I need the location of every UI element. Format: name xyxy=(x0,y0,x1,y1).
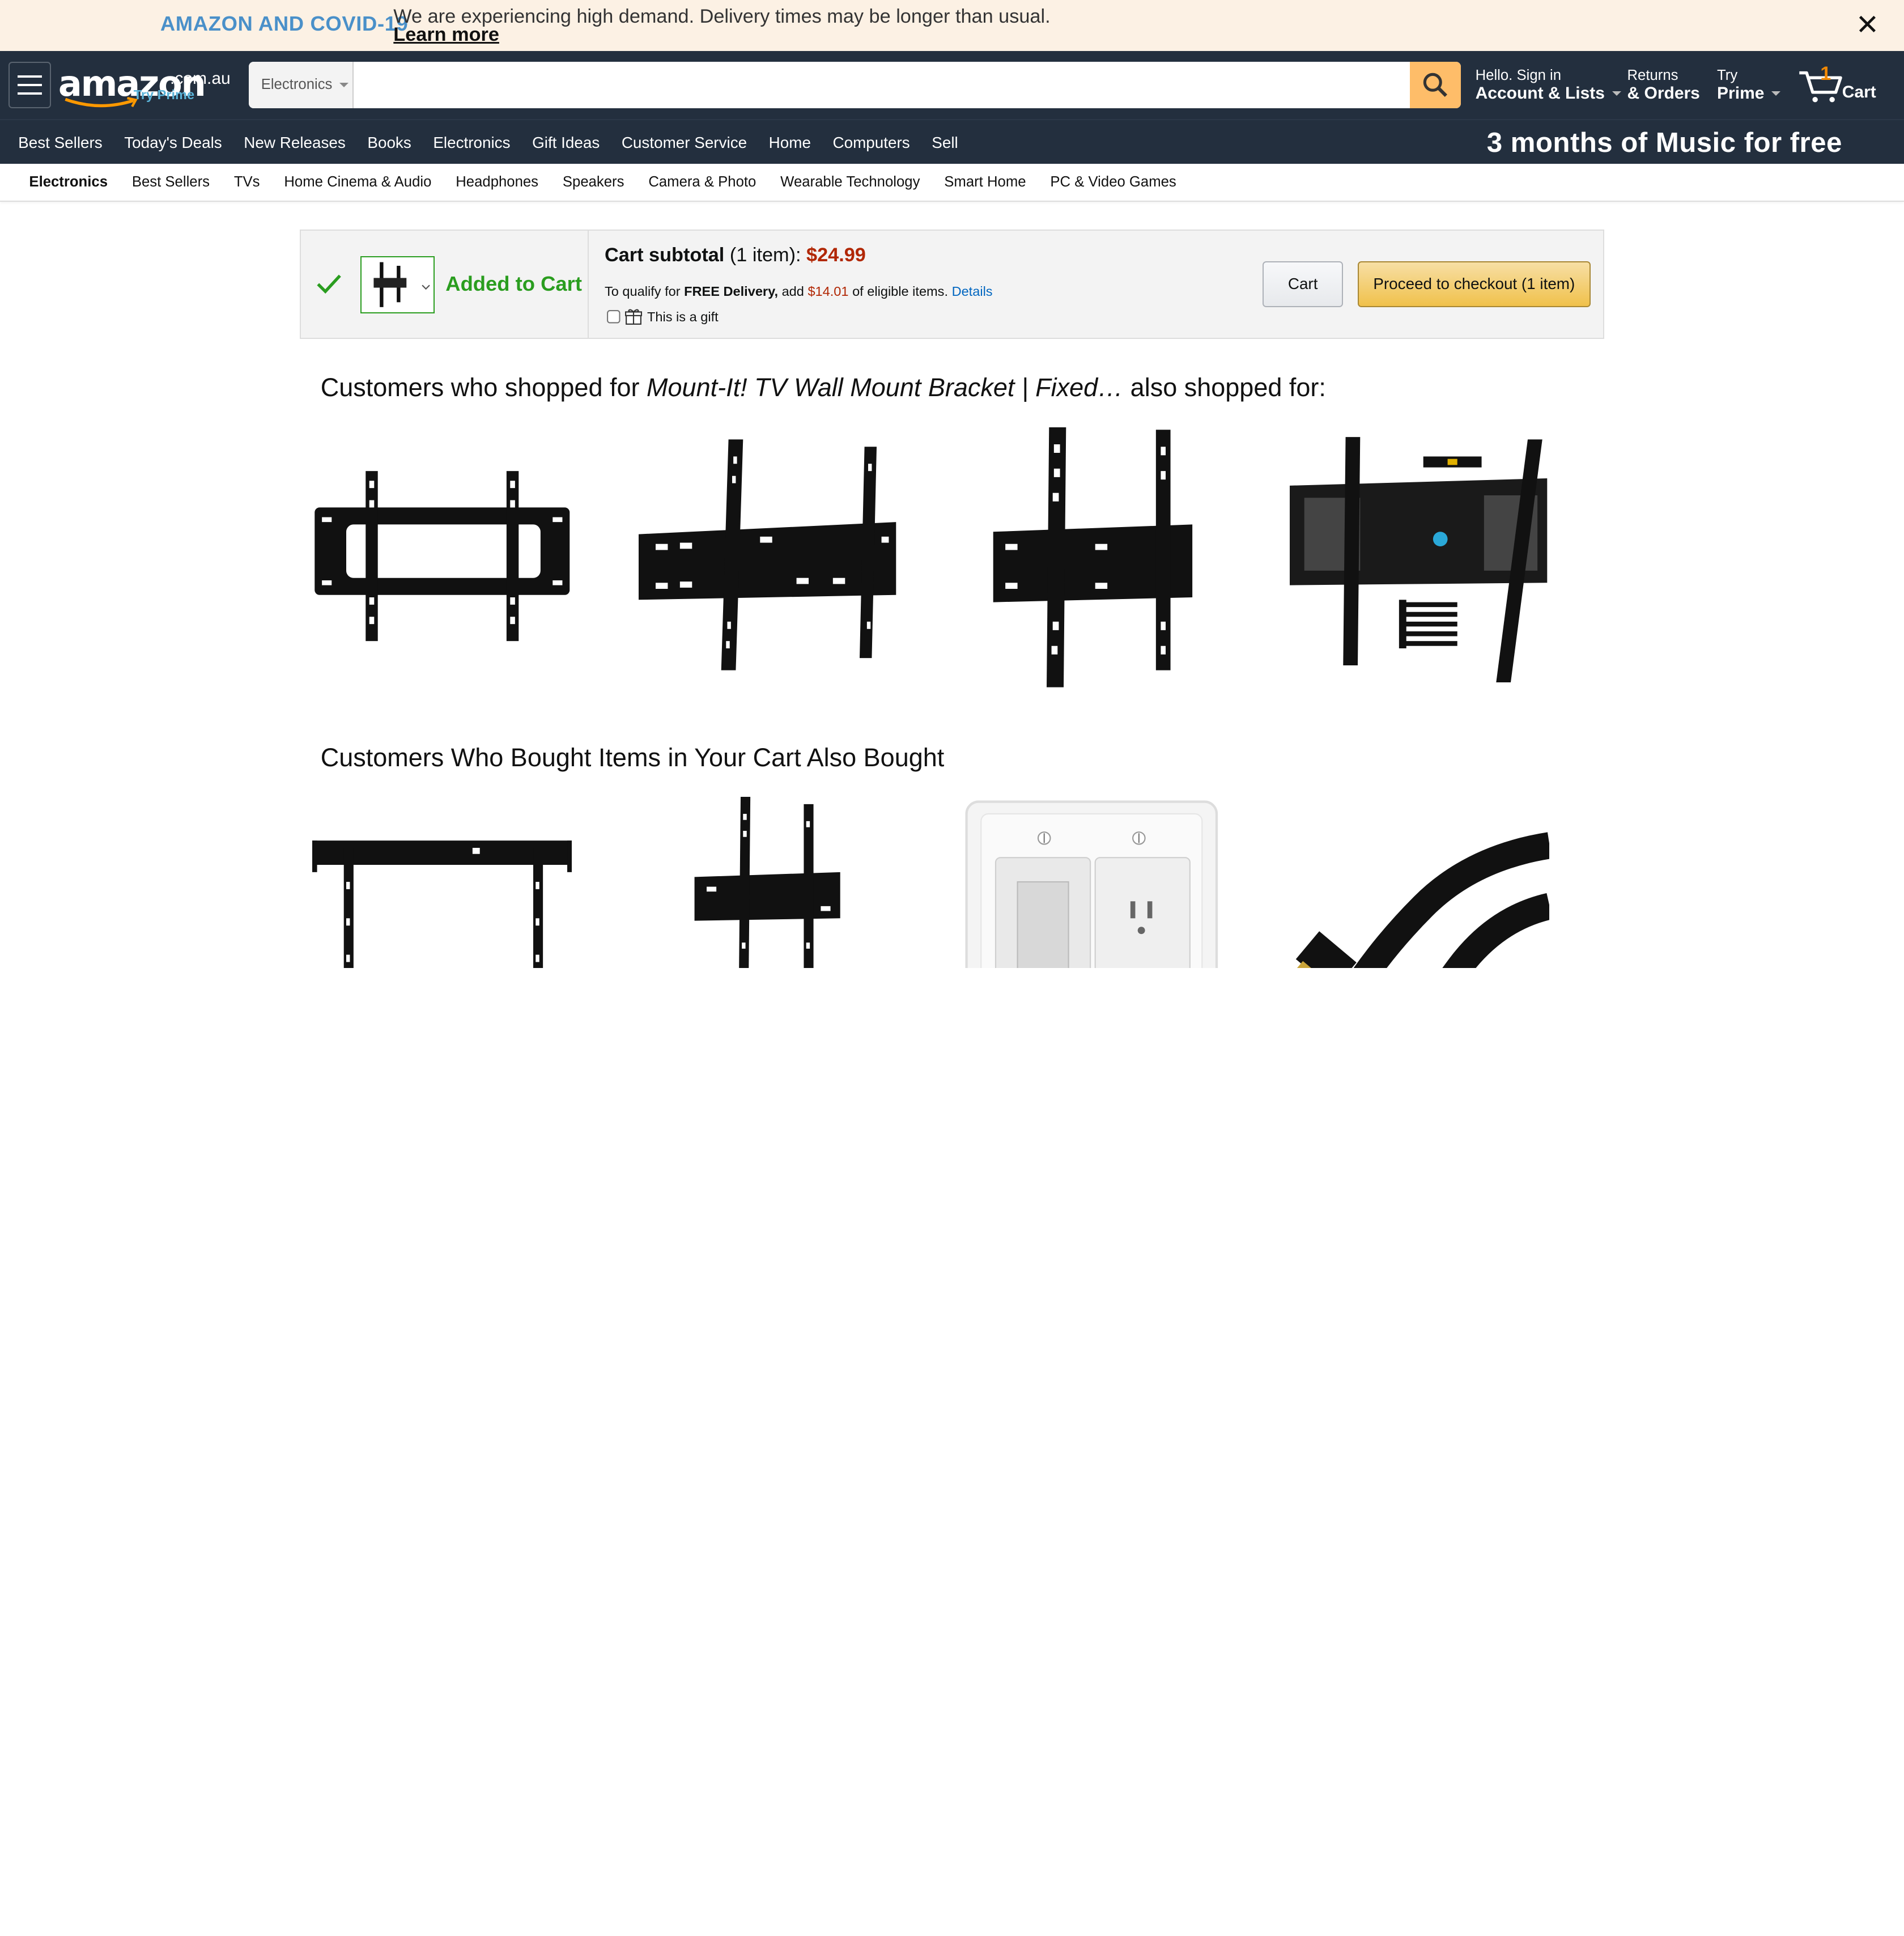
music-promo-banner[interactable]: 3 months of Music for free xyxy=(1487,126,1842,159)
cart-item-thumbnail[interactable] xyxy=(360,256,435,313)
cart-subtotal: Cart subtotal (1 item): $24.99 xyxy=(605,244,866,266)
menu-icon[interactable] xyxy=(8,62,51,108)
product-image-hdmi-cable[interactable] xyxy=(1290,797,1550,968)
try-prime-menu[interactable]: Try Prime xyxy=(1717,67,1781,103)
product-image-tv-mount-3[interactable] xyxy=(962,427,1222,687)
account-menu[interactable]: Hello. Sign in Account & Lists xyxy=(1476,67,1621,103)
subnav-item-camera-photo[interactable]: Camera & Photo xyxy=(648,174,756,190)
subnav-item-speakers[interactable]: Speakers xyxy=(563,174,624,190)
smile-arrow-icon xyxy=(65,97,138,108)
electronics-subnav: Electronics Best Sellers TVs Home Cinema & … xyxy=(0,164,1904,202)
added-to-cart-panel: Added to Cart Cart subtotal (1 item): $2… xyxy=(300,230,1604,339)
account-greeting: Hello. Sign in xyxy=(1475,67,1562,83)
subnav-item-headphones[interactable]: Headphones xyxy=(456,174,538,190)
main-nav: Best Sellers Today's Deals New Releases Boo… xyxy=(0,119,1904,164)
subnav-item-tvs[interactable]: TVs xyxy=(234,174,260,190)
covid-banner-message: We are experiencing high demand. Deliver… xyxy=(393,7,1050,44)
nav-link-sell[interactable]: Sell xyxy=(932,134,958,152)
chevron-down-icon xyxy=(1612,91,1621,96)
subtotal-item-count: (1 item): xyxy=(729,244,801,266)
product-image-tv-mount-6[interactable] xyxy=(639,796,899,968)
qualify-amount: $14.01 xyxy=(808,284,849,299)
subnav-item-wearable-technology[interactable]: Wearable Technology xyxy=(780,174,920,190)
free-delivery-text: FREE Delivery, xyxy=(684,284,779,299)
learn-more-link[interactable]: Learn more xyxy=(393,25,1050,44)
tv-mount-image xyxy=(373,262,431,307)
returns-orders-link[interactable]: Returns & Orders xyxy=(1627,67,1699,103)
covid-banner-title: AMAZON AND COVID-19 xyxy=(160,12,409,36)
chevron-down-icon xyxy=(1771,91,1781,96)
nav-link-best-sellers[interactable]: Best Sellers xyxy=(18,134,103,152)
product-image-tv-mount-5[interactable] xyxy=(312,797,572,968)
free-delivery-note: To qualify for FREE Delivery, add $14.01… xyxy=(605,284,993,299)
cart-link[interactable]: 1 Cart xyxy=(1797,63,1882,107)
proceed-to-checkout-button[interactable]: Proceed to checkout (1 item) xyxy=(1357,261,1591,307)
also-shopped-heading: Customers who shopped for Mount-It! TV W… xyxy=(321,373,1326,402)
nav-link-electronics[interactable]: Electronics xyxy=(433,134,510,152)
subnav-item-electronics[interactable]: Electronics xyxy=(29,174,108,190)
cart-button[interactable]: Cart xyxy=(1263,261,1343,307)
cart-label: Cart xyxy=(1842,82,1876,101)
returns-label: Returns xyxy=(1627,67,1678,83)
search-bar: Electronics xyxy=(249,62,1461,108)
gift-option[interactable]: This is a gift xyxy=(607,308,719,325)
prime-label: Prime xyxy=(1717,83,1765,103)
subnav-item-smart-home[interactable]: Smart Home xyxy=(944,174,1026,190)
chevron-down-icon xyxy=(339,82,349,87)
search-department-select[interactable]: Electronics xyxy=(249,62,354,108)
product-image-tv-mount-4[interactable] xyxy=(1289,427,1550,687)
subtotal-price: $24.99 xyxy=(806,244,866,266)
gift-label: This is a gift xyxy=(647,309,719,324)
nav-link-customer-service[interactable]: Customer Service xyxy=(622,134,747,152)
product-image-tv-mount-2[interactable] xyxy=(639,427,899,687)
covid-banner: AMAZON AND COVID-19 We are experiencing … xyxy=(0,0,1904,51)
orders-label: & Orders xyxy=(1627,83,1700,103)
try-label: Try xyxy=(1717,67,1738,83)
nav-link-computers[interactable]: Computers xyxy=(833,134,910,152)
subnav-item-home-cinema-audio[interactable]: Home Cinema & Audio xyxy=(284,174,431,190)
also-shopped-post: also shopped for: xyxy=(1130,372,1326,402)
logo-domain: .com.au xyxy=(169,69,231,88)
amazon-logo[interactable]: amazon .com.au Try Prime xyxy=(58,63,231,112)
gift-icon xyxy=(625,309,643,325)
main-nav-links: Best Sellers Today's Deals New Releases Boo… xyxy=(18,120,958,165)
search-input[interactable] xyxy=(353,62,1410,108)
nav-link-today-s-deals[interactable]: Today's Deals xyxy=(124,134,222,152)
gift-checkbox[interactable] xyxy=(607,310,620,324)
search-icon xyxy=(1423,73,1448,97)
qualify-text-pre: To qualify for xyxy=(604,284,681,299)
subtotal-label: Cart subtotal xyxy=(604,244,725,266)
page: AMAZON AND COVID-19 We are experiencing … xyxy=(0,0,1904,968)
also-shopped-pre: Customers who shopped for xyxy=(320,372,640,402)
also-bought-heading: Customers Who Bought Items in Your Cart … xyxy=(320,743,945,772)
search-department-label: Electronics xyxy=(261,77,333,93)
qualify-add-text: add xyxy=(781,284,804,299)
checkmark-icon xyxy=(317,274,341,294)
subnav-item-best-sellers[interactable]: Best Sellers xyxy=(132,174,210,190)
account-lists-label: Account & Lists xyxy=(1475,83,1605,103)
added-to-cart-label: Added to Cart xyxy=(445,271,582,295)
cart-count-badge: 1 xyxy=(1820,63,1831,85)
header: amazon .com.au Try Prime Electronics Hel… xyxy=(0,51,1904,119)
added-to-cart-confirmation: Added to Cart xyxy=(301,231,589,338)
nav-link-new-releases[interactable]: New Releases xyxy=(244,134,346,152)
subnav-item-pc-video-games[interactable]: PC & Video Games xyxy=(1050,174,1176,190)
also-shopped-item-link[interactable]: Mount-It! TV Wall Mount Bracket | Fixed… xyxy=(647,373,1123,402)
product-image-wall-plate[interactable] xyxy=(962,797,1222,968)
nav-link-gift-ideas[interactable]: Gift Ideas xyxy=(532,134,600,152)
product-image-tv-mount-1[interactable] xyxy=(312,427,572,687)
try-prime-link[interactable]: Try Prime xyxy=(134,87,194,103)
cart-subtotal-area: Cart subtotal (1 item): $24.99 To qualif… xyxy=(589,231,1603,338)
details-link[interactable]: Details xyxy=(952,284,993,299)
nav-link-books[interactable]: Books xyxy=(367,134,411,152)
nav-link-home[interactable]: Home xyxy=(769,134,811,152)
qualify-text-post: of eligible items. xyxy=(852,284,949,299)
close-icon[interactable] xyxy=(1855,12,1880,36)
search-button[interactable] xyxy=(1409,62,1461,108)
